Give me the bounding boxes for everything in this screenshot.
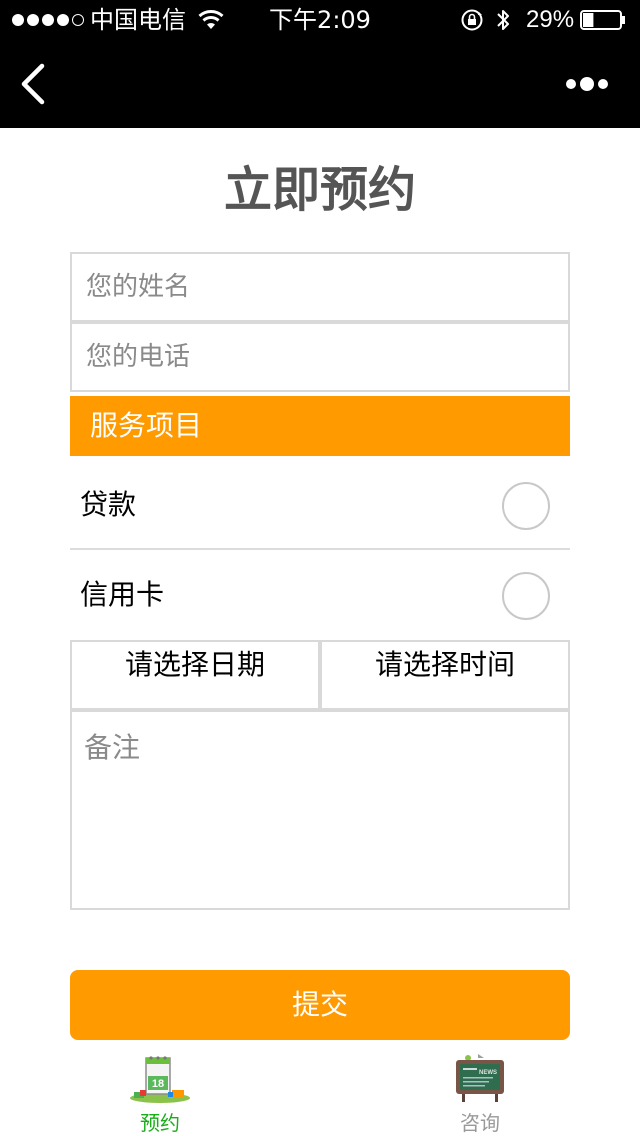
- tab-consult[interactable]: NEWS 咨询: [420, 1048, 540, 1136]
- option-label: 信用卡: [80, 578, 165, 611]
- tab-label: 咨询: [460, 1111, 500, 1135]
- remarks-input[interactable]: [72, 712, 568, 908]
- radio-button[interactable]: [502, 572, 550, 620]
- tab-label: 预约: [140, 1111, 180, 1135]
- remarks-field: [70, 710, 570, 910]
- option-credit-card[interactable]: 信用卡: [70, 550, 570, 640]
- name-field: [70, 252, 570, 322]
- status-bar: 中国电信 下午2:09 29%: [0, 0, 640, 40]
- battery-percent: 29%: [526, 6, 575, 33]
- submit-button[interactable]: 提交: [70, 970, 570, 1040]
- radio-button[interactable]: [502, 482, 550, 530]
- bluetooth-icon: [497, 10, 509, 30]
- time-picker[interactable]: 请选择时间: [320, 640, 570, 710]
- phone-input[interactable]: [72, 324, 568, 390]
- nav-bar: [0, 40, 640, 128]
- news-board-icon: NEWS: [456, 1054, 504, 1102]
- option-label: 贷款: [80, 488, 137, 521]
- battery-icon: [580, 10, 625, 30]
- phone-field: [70, 322, 570, 392]
- date-picker[interactable]: 请选择日期: [70, 640, 320, 710]
- back-chevron-icon[interactable]: [18, 62, 48, 106]
- service-section-header: 服务项目: [70, 396, 570, 456]
- orientation-lock-icon: [461, 9, 483, 31]
- option-loan[interactable]: 贷款: [70, 460, 570, 550]
- svg-text:NEWS: NEWS: [479, 1070, 497, 1076]
- tab-booking[interactable]: 18 预约: [100, 1048, 220, 1136]
- calendar-icon: 18: [130, 1056, 190, 1103]
- page-title: 立即预约: [223, 162, 416, 218]
- more-dots-icon[interactable]: [566, 74, 614, 94]
- svg-text:18: 18: [152, 1078, 164, 1090]
- name-input[interactable]: [72, 254, 568, 320]
